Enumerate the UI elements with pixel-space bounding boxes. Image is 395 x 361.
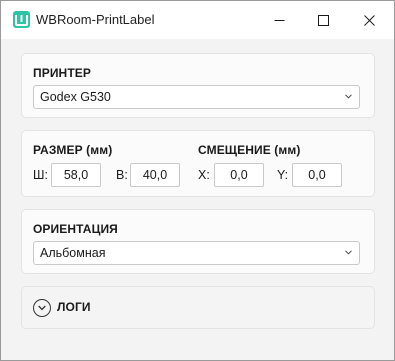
- printer-card: ПРИНТЕР Godex G530: [21, 53, 375, 118]
- offset-y-input[interactable]: 0,0: [292, 163, 342, 187]
- offset-y-label: Y:: [277, 168, 289, 182]
- logs-expander[interactable]: ЛОГИ: [21, 286, 375, 329]
- app-logo-icon: [13, 11, 30, 28]
- logs-heading: ЛОГИ: [57, 300, 91, 314]
- height-label: В:: [116, 168, 128, 182]
- printer-select[interactable]: Godex G530: [33, 85, 360, 109]
- width-input[interactable]: 58,0: [51, 163, 101, 187]
- expand-toggle-button[interactable]: [33, 299, 51, 317]
- offset-x-label: X:: [198, 168, 210, 182]
- size-heading: РАЗМЕР (мм): [33, 143, 113, 157]
- orientation-select[interactable]: Альбомная: [33, 241, 360, 265]
- window-title: WBRoom-PrintLabel: [36, 12, 155, 27]
- orientation-select-value: Альбомная: [40, 246, 106, 260]
- maximize-button[interactable]: [300, 1, 346, 39]
- chevron-down-icon: [345, 94, 352, 99]
- printer-select-value: Godex G530: [40, 90, 111, 104]
- close-icon: [363, 14, 375, 26]
- minimize-button[interactable]: [256, 1, 302, 39]
- offset-x-input[interactable]: 0,0: [214, 163, 264, 187]
- orientation-card: ОРИЕНТАЦИЯ Альбомная: [21, 209, 375, 274]
- close-button[interactable]: [346, 1, 392, 39]
- size-offset-card: РАЗМЕР (мм) СМЕЩЕНИЕ (мм) Ш: 58,0 В: 40,…: [21, 130, 375, 197]
- minimize-icon: [274, 19, 284, 21]
- orientation-heading: ОРИЕНТАЦИЯ: [33, 222, 118, 236]
- chevron-down-icon: [38, 305, 46, 311]
- app-window: WBRoom-PrintLabel ПРИНТЕР Godex G530 РАЗ…: [0, 0, 395, 361]
- chevron-down-icon: [345, 250, 352, 255]
- title-bar[interactable]: WBRoom-PrintLabel: [1, 1, 394, 39]
- printer-heading: ПРИНТЕР: [33, 66, 91, 80]
- height-input[interactable]: 40,0: [130, 163, 180, 187]
- maximize-icon: [317, 14, 329, 26]
- offset-heading: СМЕЩЕНИЕ (мм): [198, 143, 301, 157]
- width-label: Ш:: [33, 168, 48, 182]
